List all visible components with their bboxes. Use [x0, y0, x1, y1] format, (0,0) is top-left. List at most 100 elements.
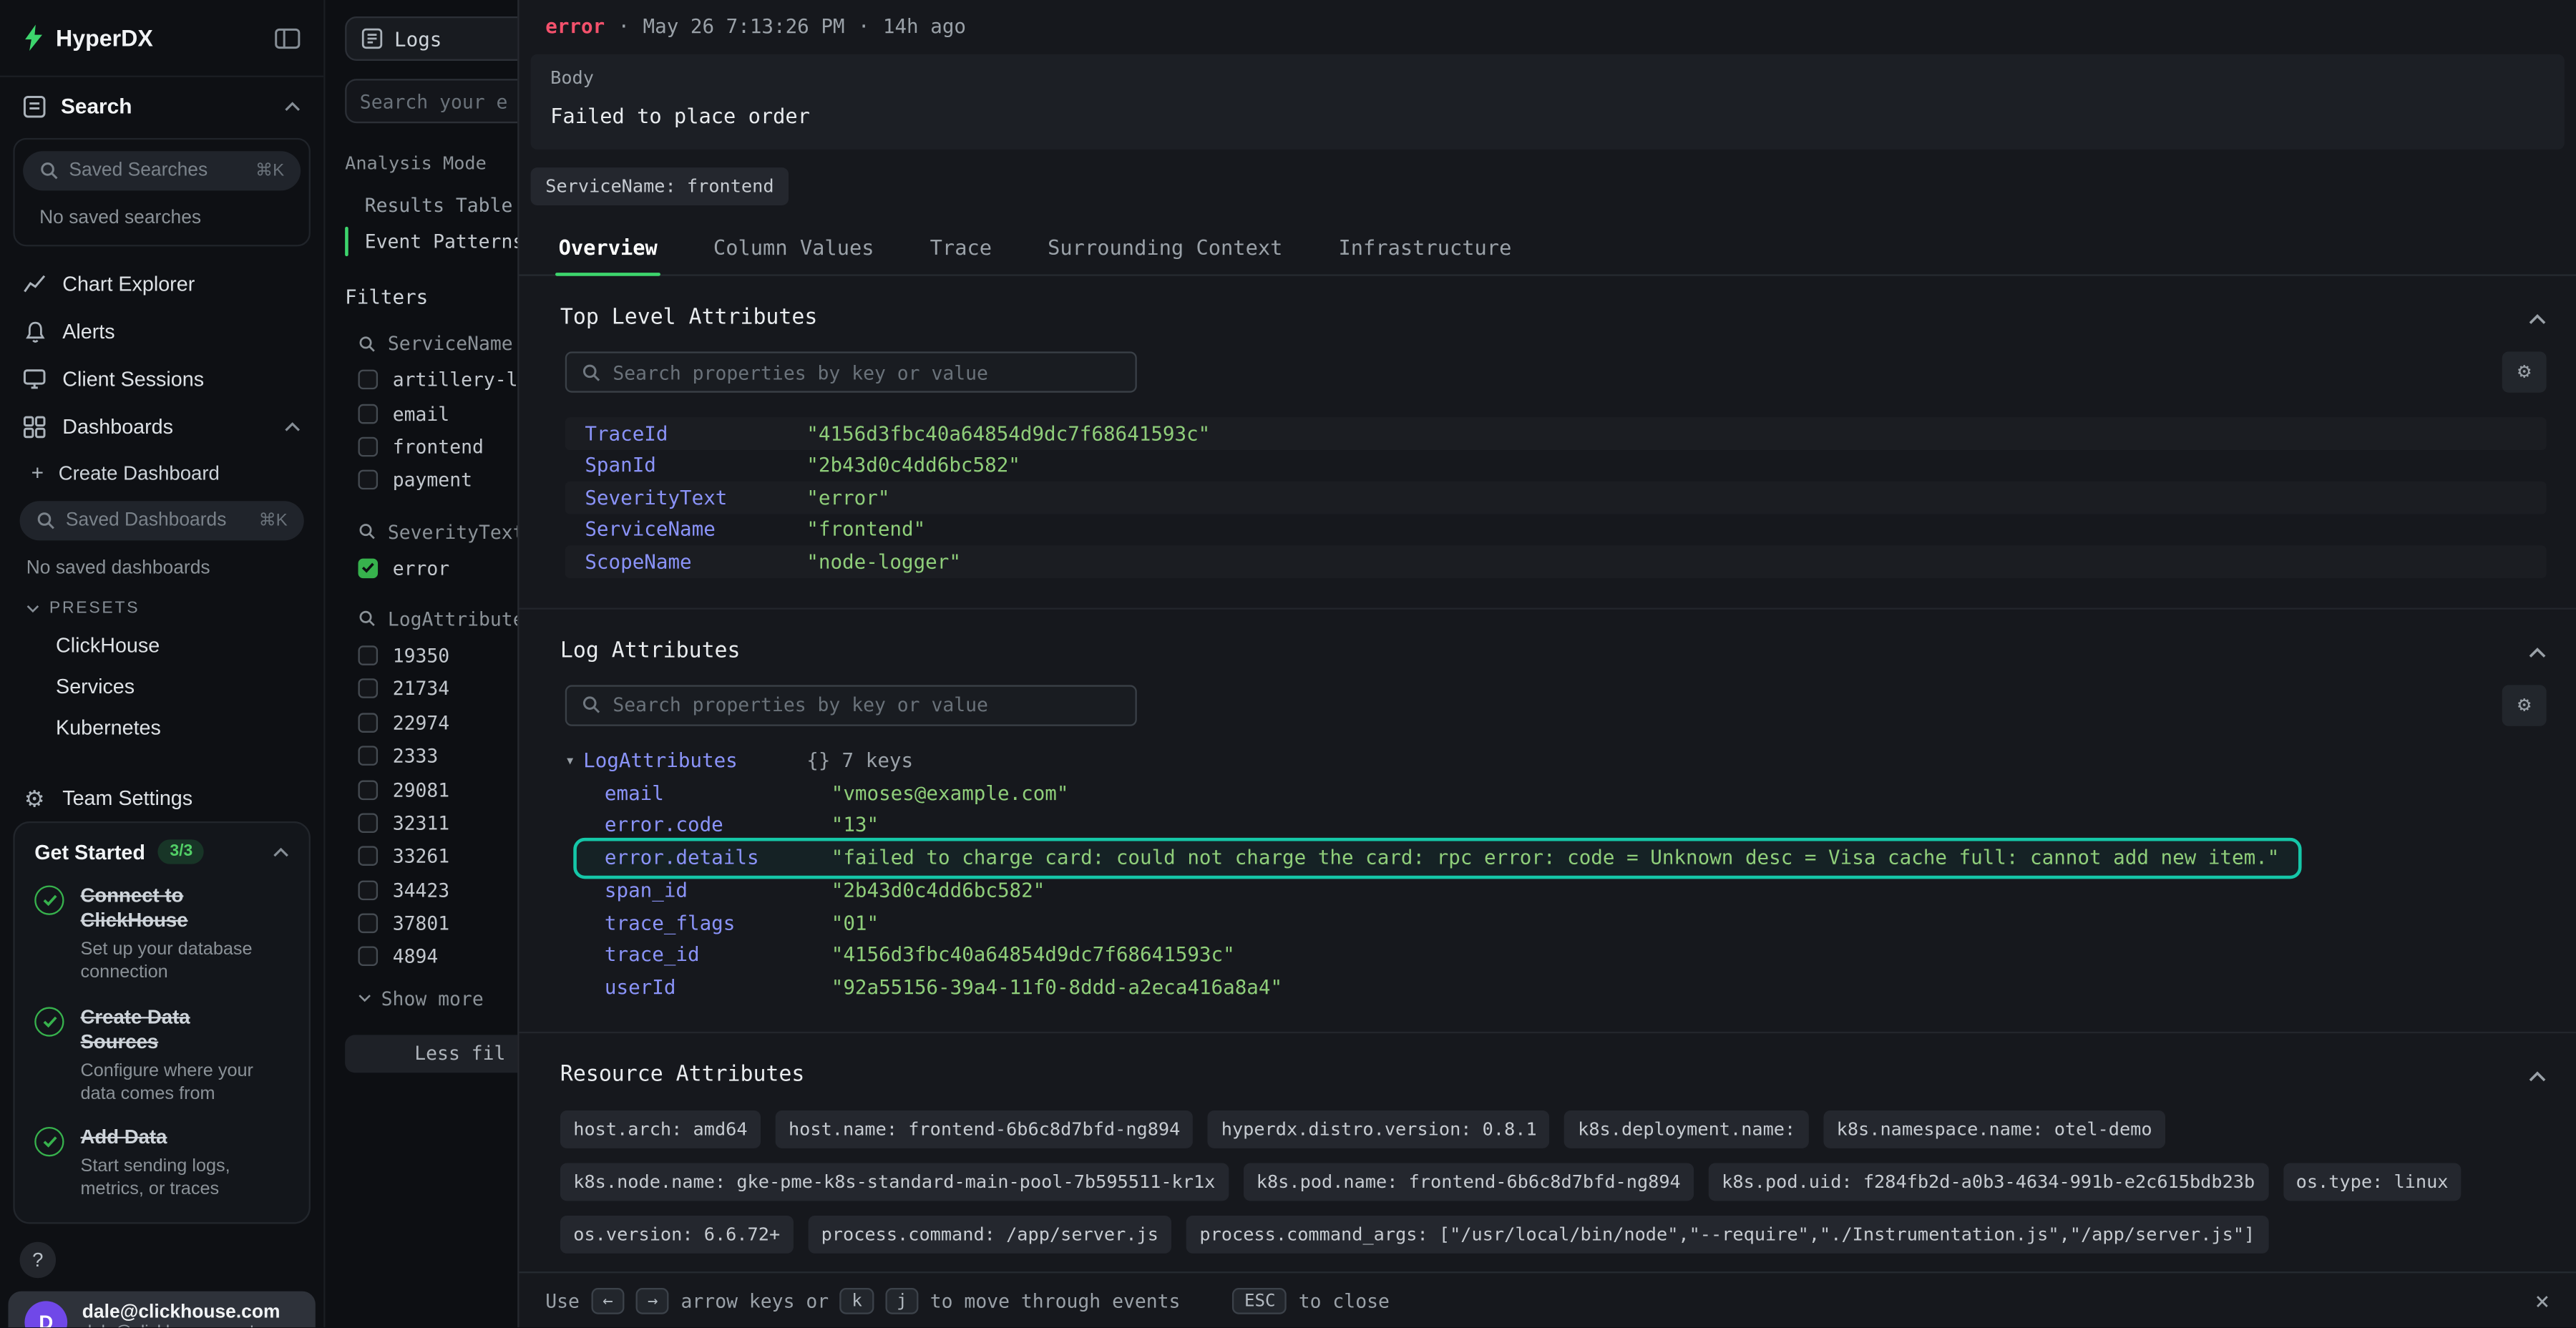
less-filters-button[interactable]: Less fil: [345, 1035, 517, 1073]
tree-row[interactable]: trace_id"4156d3fbc40a64854d9dc7f68641593…: [565, 939, 2547, 971]
filter-option[interactable]: 33261: [345, 840, 517, 874]
resource-chip[interactable]: os.type: linux: [2283, 1163, 2462, 1201]
sidebar-item-alerts[interactable]: Alerts: [0, 307, 323, 355]
resource-chip[interactable]: process.command_args: ["/usr/local/bin/n…: [1186, 1216, 2268, 1254]
checkbox[interactable]: [358, 645, 379, 665]
property-search-field[interactable]: [613, 361, 1120, 384]
filter-group-servicename[interactable]: ServiceName: [345, 332, 517, 355]
tab-trace[interactable]: Trace: [927, 223, 995, 274]
checkbox[interactable]: [358, 713, 379, 733]
filter-option[interactable]: payment: [345, 464, 517, 497]
collapse-section-button[interactable]: [2528, 643, 2546, 658]
mode-results-table[interactable]: Results Table: [345, 187, 517, 224]
filter-option[interactable]: artillery-loa: [345, 363, 517, 396]
saved-searches-input[interactable]: ⌘K: [23, 151, 301, 190]
sidebar-item-services[interactable]: Services: [0, 665, 323, 706]
filter-option[interactable]: frontend: [345, 430, 517, 464]
sidebar-item-chart-explorer[interactable]: Chart Explorer: [0, 260, 323, 308]
tree-row[interactable]: trace_flags"01": [565, 907, 2547, 939]
checkbox[interactable]: [358, 914, 379, 934]
tab-surrounding-context[interactable]: Surrounding Context: [1045, 223, 1287, 274]
sidebar-item-clickhouse[interactable]: ClickHouse: [0, 624, 323, 665]
filter-option[interactable]: email: [345, 396, 517, 430]
collapse-sidebar-button[interactable]: [274, 27, 301, 49]
table-row[interactable]: ServiceName"frontend": [565, 513, 2547, 545]
tree-row[interactable]: userId"92a55156-39a4-11f0-8ddd-a2eca416a…: [565, 971, 2547, 1003]
sidebar-item-team-settings[interactable]: ⚙ Team Settings: [0, 773, 323, 821]
tree-row[interactable]: email"vmoses@example.com": [565, 777, 2547, 809]
table-row[interactable]: TraceId"4156d3fbc40a64854d9dc7f68641593c…: [565, 417, 2547, 449]
filter-option[interactable]: 21734: [345, 673, 517, 706]
collapse-section-button[interactable]: [2528, 1068, 2546, 1083]
source-selector[interactable]: Logs: [345, 16, 517, 61]
tab-column-values[interactable]: Column Values: [710, 223, 877, 274]
checkbox[interactable]: [358, 880, 379, 900]
filter-option[interactable]: 29081: [345, 773, 517, 806]
filter-option[interactable]: 22974: [345, 706, 517, 739]
user-menu[interactable]: D dale@clickhouse.com dale@clickhouse.co…: [8, 1291, 315, 1327]
sidebar-item-kubernetes[interactable]: Kubernetes: [0, 706, 323, 747]
filter-group-severitytext[interactable]: SeverityText: [345, 520, 517, 543]
tree-root-row[interactable]: ▾ LogAttributes {} 7 keys: [565, 745, 2547, 777]
checkbox[interactable]: [358, 437, 379, 457]
resource-chip[interactable]: k8s.deployment.name:: [1565, 1111, 1809, 1149]
checkbox[interactable]: [358, 846, 379, 866]
checkbox[interactable]: [358, 780, 379, 800]
chevron-up-icon[interactable]: [273, 847, 289, 857]
chevron-up-icon[interactable]: [284, 101, 301, 111]
table-row[interactable]: ScopeName"node-logger": [565, 545, 2547, 577]
filter-option[interactable]: 34423: [345, 873, 517, 907]
get-started-step[interactable]: Create Data Sources Configure where your…: [34, 1005, 289, 1105]
collapse-section-button[interactable]: [2528, 311, 2546, 326]
mode-event-patterns[interactable]: Event Patterns: [345, 223, 517, 260]
resource-chip[interactable]: process.command: /app/server.js: [808, 1216, 1171, 1254]
filter-option[interactable]: 2333: [345, 739, 517, 773]
event-search-input[interactable]: [345, 79, 517, 123]
saved-searches-field[interactable]: [69, 161, 245, 181]
saved-dashboards-input[interactable]: ⌘K: [20, 501, 304, 540]
filter-option[interactable]: 4894: [345, 940, 517, 974]
checkbox[interactable]: [358, 947, 379, 967]
service-name-chip[interactable]: ServiceName: frontend: [531, 167, 789, 205]
filter-option[interactable]: 32311: [345, 806, 517, 840]
chevron-up-icon[interactable]: [284, 421, 301, 431]
show-more-button[interactable]: Show more: [345, 987, 517, 1010]
close-icon[interactable]: ×: [2535, 1286, 2550, 1315]
saved-dashboards-field[interactable]: [66, 511, 249, 531]
get-started-step[interactable]: Connect to ClickHouse Set up your databa…: [34, 884, 289, 985]
property-search-input[interactable]: [565, 684, 1137, 725]
help-button[interactable]: ?: [20, 1241, 57, 1278]
tree-row[interactable]: error.code"13": [565, 809, 2547, 841]
table-row[interactable]: SpanId"2b43d0c4dd6bc582": [565, 449, 2547, 482]
tab-infrastructure[interactable]: Infrastructure: [1335, 223, 1515, 274]
property-search-field[interactable]: [613, 693, 1120, 716]
resource-chip[interactable]: k8s.pod.name: frontend-6b6c8d7bfd-ng894: [1243, 1163, 1694, 1201]
checkbox[interactable]: [358, 679, 379, 699]
checkbox[interactable]: [358, 404, 379, 424]
sidebar-item-dashboards[interactable]: Dashboards: [0, 403, 323, 451]
section-settings-button[interactable]: ⚙: [2502, 351, 2547, 392]
resource-chip[interactable]: host.name: frontend-6b6c8d7bfd-ng894: [776, 1111, 1194, 1149]
sidebar-item-client-sessions[interactable]: Client Sessions: [0, 355, 323, 403]
property-search-input[interactable]: [565, 351, 1137, 392]
checkbox[interactable]: [358, 470, 379, 490]
filter-option[interactable]: 19350: [345, 639, 517, 673]
resource-chip[interactable]: os.version: 6.6.72+: [560, 1216, 794, 1254]
resource-chip[interactable]: host.arch: amd64: [560, 1111, 761, 1149]
presets-toggle[interactable]: PRESETS: [0, 578, 323, 624]
checkbox[interactable]: [358, 813, 379, 833]
resource-chip[interactable]: k8s.node.name: gke-pme-k8s-standard-main…: [560, 1163, 1229, 1201]
checkbox[interactable]: [358, 746, 379, 766]
tab-overview[interactable]: Overview: [555, 223, 660, 274]
create-dashboard-button[interactable]: + Create Dashboard: [0, 450, 323, 494]
resource-chip[interactable]: k8s.namespace.name: otel-demo: [1823, 1111, 2165, 1149]
checkbox[interactable]: [358, 370, 379, 390]
tree-row[interactable]: span_id"2b43d0c4dd6bc582": [565, 875, 2547, 907]
filter-option[interactable]: error: [345, 551, 517, 585]
resource-chip[interactable]: hyperdx.distro.version: 0.8.1: [1208, 1111, 1550, 1149]
get-started-step[interactable]: Add Data Start sending logs, metrics, or…: [34, 1126, 289, 1202]
sidebar-item-search[interactable]: Search: [0, 76, 323, 135]
filter-group-logattributes[interactable]: LogAttributes: [345, 607, 517, 630]
section-settings-button[interactable]: ⚙: [2502, 684, 2547, 725]
get-started-header[interactable]: Get Started 3/3: [34, 839, 289, 864]
